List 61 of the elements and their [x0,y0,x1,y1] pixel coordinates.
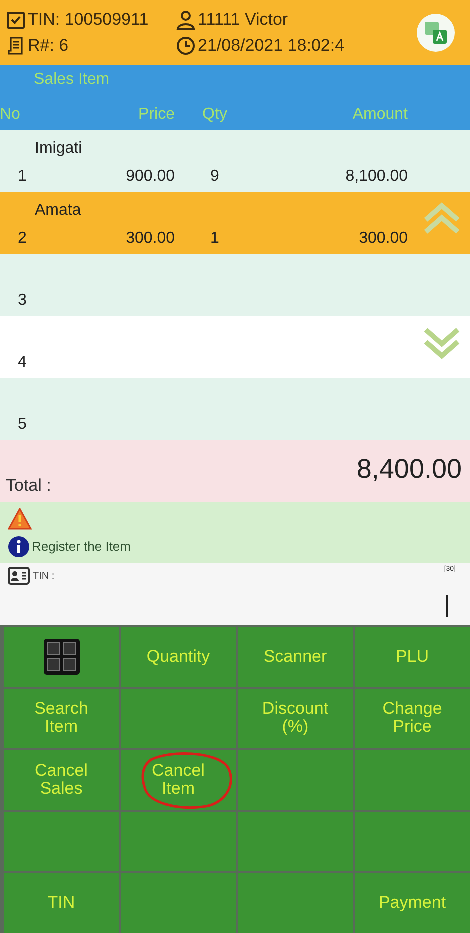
translate-icon[interactable] [416,12,456,52]
receipt-number: R#: 6 [28,36,69,56]
table-cell-text: 9 [210,168,220,186]
tin-text: TIN: 100509911 [28,10,149,30]
total-amount: 8,400.00 [356,454,462,486]
keypad-button[interactable]: TIN [4,873,119,933]
table-row[interactable]: 3 [0,254,470,316]
user-icon [176,10,196,30]
blank-key[interactable] [238,812,353,872]
table-cell-text: 300.00 [125,230,175,248]
info-icon [8,536,30,558]
keypad-button[interactable]: Scanner [238,627,353,687]
blank-key[interactable] [355,750,470,810]
keypad-button[interactable]: Payment [355,873,470,933]
column-header: Qty [202,106,228,124]
clock-icon [176,36,196,56]
keypad-button[interactable]: PLU [355,627,470,687]
user-name: 11111 Victor [198,10,288,30]
scroll-up-icon[interactable] [422,202,462,236]
keypad-button[interactable]: Cancel Sales [4,750,119,810]
table-cell-text: 1 [17,168,28,186]
field-label: TIN : [33,571,55,584]
text-cursor [446,595,448,617]
table-cell-text: 300.00 [358,230,408,248]
blank-key[interactable] [4,812,119,872]
table-row[interactable]: Imigati 1 900.00 9 8,100.00 [0,130,470,192]
table-cell-text: 2 [17,230,28,248]
keypad-button[interactable]: Cancel Item [121,750,236,810]
blank-key[interactable] [121,873,236,933]
scroll-down-icon[interactable] [422,326,462,360]
table-cell-text: 8,100.00 [344,168,408,186]
table-cell-text: 5 [17,416,28,434]
table-cell-text: 900.00 [125,168,175,186]
table-cell-text: 3 [17,292,28,310]
keypad-icon [44,638,80,675]
blank-key[interactable] [238,750,353,810]
date-time: 21/08/2021 18:02:4 [198,36,345,56]
warning-icon [8,508,32,530]
keypad-button[interactable]: Search Item [4,688,119,748]
blank-key[interactable] [238,873,353,933]
blank-key[interactable] [121,812,236,872]
column-header: Price [138,106,175,124]
table-cell-text: 4 [17,354,28,372]
message-text: Register the Item [32,539,131,554]
numpad-button[interactable] [4,627,119,687]
table-row[interactable]: Amata 2 300.00 1 300.00 [0,192,470,254]
table-row[interactable]: 5 [0,378,470,440]
column-header: Amount [352,106,408,124]
keypad-button[interactable]: Discount (%) [238,688,353,748]
section-title: Sales Item [33,71,111,89]
item-name: Amata [34,202,82,220]
id-card-icon [8,567,30,585]
keypad-button[interactable]: Quantity [121,627,236,687]
total-label: Total : [6,476,52,496]
receipt-icon [6,36,26,56]
checkbox-icon [6,10,26,30]
table-cell-text: 1 [210,230,220,248]
keypad-button[interactable]: Change Price [355,688,470,748]
column-header: No [0,106,22,124]
item-name: Imigati [34,140,82,158]
blank-key[interactable] [355,812,470,872]
